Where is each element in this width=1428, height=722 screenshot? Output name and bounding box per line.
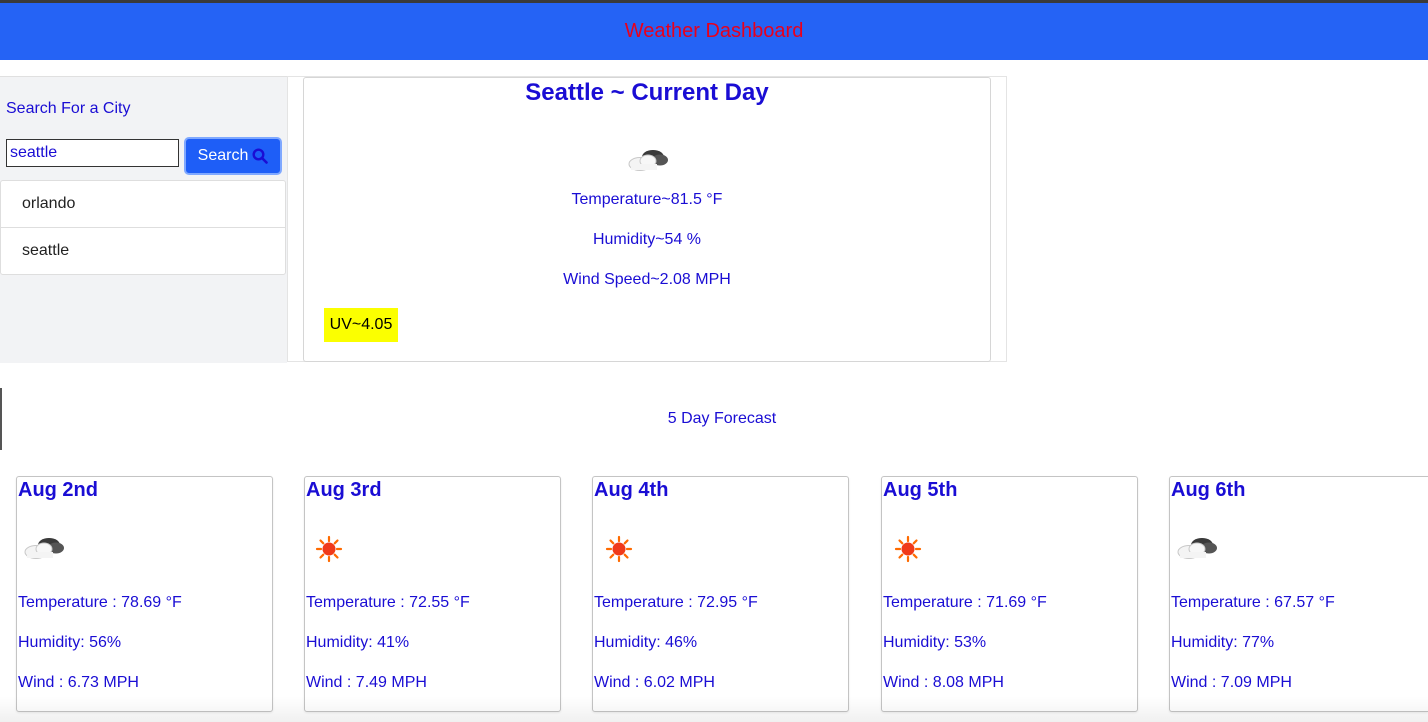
- app-header: Weather Dashboard: [0, 3, 1428, 60]
- forecast-humidity: Humidity: 77%: [1171, 634, 1275, 651]
- forecast-date: Aug 6th: [1171, 479, 1246, 501]
- clouds-icon: [628, 150, 668, 171]
- forecast-wind: Wind : 6.02 MPH: [594, 674, 715, 691]
- forecast-card: Aug 2nd Temperature : 78.69 °F Humidity:…: [16, 476, 273, 712]
- forecast-date: Aug 3rd: [306, 479, 382, 501]
- forecast-card: Aug 6th Temperature : 67.57 °F Humidity:…: [1169, 476, 1428, 712]
- search-button[interactable]: Search: [184, 137, 282, 175]
- forecast-temperature: Temperature : 71.69 °F: [883, 594, 1047, 611]
- forecast-date: Aug 4th: [594, 479, 669, 501]
- forecast-date: Aug 2nd: [18, 479, 98, 501]
- current-weather-card: Seattle ~ Current Day Temperature~81.5 °…: [303, 77, 991, 362]
- current-humidity: Humidity~54 %: [592, 231, 702, 248]
- sun-icon: [605, 535, 633, 563]
- forecast-card: Aug 5th Temperature : 71.69 °F Humidity:…: [881, 476, 1138, 712]
- current-temperature: Temperature~81.5 °F: [571, 191, 723, 208]
- history-item-seattle[interactable]: seattle: [0, 227, 286, 275]
- forecast-humidity: Humidity: 46%: [594, 634, 698, 651]
- clouds-icon: [1177, 538, 1217, 559]
- history-item-orlando[interactable]: orlando: [0, 180, 286, 228]
- forecast-date: Aug 5th: [883, 479, 958, 501]
- forecast-card: Aug 4th Temperature : 72.95 °F Humidity:…: [592, 476, 849, 712]
- search-button-label: Search: [197, 147, 249, 164]
- forecast-temperature: Temperature : 72.55 °F: [306, 594, 470, 611]
- forecast-temperature: Temperature : 72.95 °F: [594, 594, 758, 611]
- forecast-humidity: Humidity: 53%: [883, 634, 987, 651]
- forecast-heading: 5 Day Forecast: [667, 410, 777, 427]
- forecast-temperature: Temperature : 78.69 °F: [18, 594, 182, 611]
- current-city-title: Seattle ~ Current Day: [525, 79, 769, 106]
- sun-icon: [894, 535, 922, 563]
- forecast-temperature: Temperature : 67.57 °F: [1171, 594, 1335, 611]
- search-heading: Search For a City: [6, 100, 131, 117]
- search-history-list: orlando seattle: [0, 180, 286, 275]
- forecast-card: Aug 3rd Temperature : 72.55 °F Humidity:…: [304, 476, 561, 712]
- forecast-wind: Wind : 6.73 MPH: [18, 674, 139, 691]
- city-search-input[interactable]: [6, 139, 179, 167]
- uv-index-badge: UV~4.05: [324, 308, 398, 342]
- page-title: Weather Dashboard: [624, 20, 804, 42]
- forecast-wind: Wind : 7.49 MPH: [306, 674, 427, 691]
- forecast-wind: Wind : 8.08 MPH: [883, 674, 1004, 691]
- search-icon: [252, 148, 269, 164]
- forecast-humidity: Humidity: 41%: [306, 634, 410, 651]
- current-wind: Wind Speed~2.08 MPH: [563, 271, 731, 288]
- sun-icon: [315, 535, 343, 563]
- clouds-icon: [24, 538, 64, 559]
- forecast-wind: Wind : 7.09 MPH: [1171, 674, 1292, 691]
- forecast-humidity: Humidity: 56%: [18, 634, 122, 651]
- search-sidebar: Search For a City Search orlando seattle: [0, 76, 287, 363]
